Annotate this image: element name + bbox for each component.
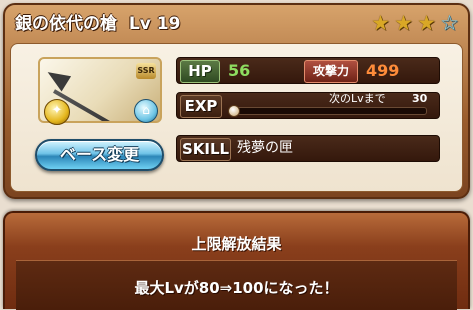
exp-label: EXP — [180, 95, 222, 118]
weapon-name: 銀の依代の槍 — [15, 14, 117, 34]
hp-value: 56 — [228, 61, 251, 80]
skill-name: 残夢の匣 — [237, 140, 293, 156]
spear-tip-icon — [42, 64, 72, 92]
next-level-text: 次のLvまで — [329, 92, 386, 105]
result-title: 上限解放結果 — [191, 235, 282, 253]
atk-label: 攻撃力 — [304, 60, 358, 83]
level-value: 19 — [156, 14, 181, 34]
next-level-exp: 30 — [412, 92, 428, 105]
element-light-icon: ✦ — [44, 99, 70, 125]
exp-bar-knob — [228, 105, 240, 117]
exp-bar — [228, 105, 427, 117]
atk-value: 499 — [366, 61, 400, 80]
level-label: Lv — [128, 14, 151, 34]
result-message-box: 最大Lvが80⇒100になった！ — [16, 260, 457, 310]
info-icon[interactable]: ⌂ — [134, 99, 158, 123]
star-empty-icon: ☆ — [440, 11, 459, 35]
uncap-result-panel: 上限解放結果 最大Lvが80⇒100になった！ — [3, 211, 470, 310]
star-filled-icon: ★ — [417, 11, 436, 35]
hp-label: HP — [180, 60, 220, 83]
uncap-stars: ★ ★ ★ ☆ — [370, 12, 460, 34]
exp-row: EXP 次のLvまで 30 — [176, 92, 440, 119]
stats-row: HP 56 攻撃力 499 — [176, 57, 440, 84]
skill-label: SKILL — [180, 138, 231, 161]
ssr-badge: SSR — [136, 63, 156, 79]
weapon-title: 銀の依代の槍 Lv 19 — [15, 11, 180, 37]
base-change-button[interactable]: ベース変更 — [35, 139, 164, 171]
star-filled-icon: ★ — [394, 11, 413, 35]
skill-row: SKILL 残夢の匣 — [176, 135, 440, 162]
result-message: 最大Lvが80⇒100になった！ — [134, 279, 339, 297]
star-filled-icon: ★ — [371, 11, 390, 35]
